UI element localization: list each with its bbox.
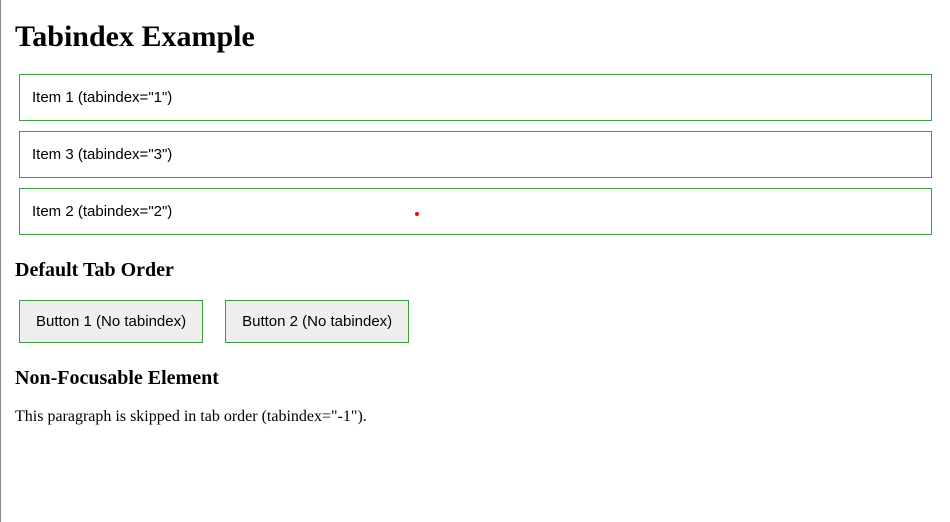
item-label: Item 1 (tabindex="1") <box>32 89 172 106</box>
nonfocusable-paragraph: This paragraph is skipped in tab order (… <box>15 408 936 426</box>
cursor-dot-icon <box>415 212 419 216</box>
button-1[interactable]: Button 1 (No tabindex) <box>19 300 203 343</box>
tabindex-item-3[interactable]: Item 3 (tabindex="3") <box>19 131 932 178</box>
button-row: Button 1 (No tabindex) Button 2 (No tabi… <box>19 300 932 343</box>
button-2[interactable]: Button 2 (No tabindex) <box>225 300 409 343</box>
item-label: Item 2 (tabindex="2") <box>32 203 172 220</box>
item-label: Item 3 (tabindex="3") <box>32 146 172 163</box>
tabindex-item-1[interactable]: Item 1 (tabindex="1") <box>19 74 932 121</box>
section-heading-nonfocusable: Non-Focusable Element <box>15 367 936 390</box>
page-title: Tabindex Example <box>15 20 936 54</box>
section-heading-default-order: Default Tab Order <box>15 259 936 282</box>
tabindex-item-2[interactable]: Item 2 (tabindex="2") <box>19 188 932 235</box>
